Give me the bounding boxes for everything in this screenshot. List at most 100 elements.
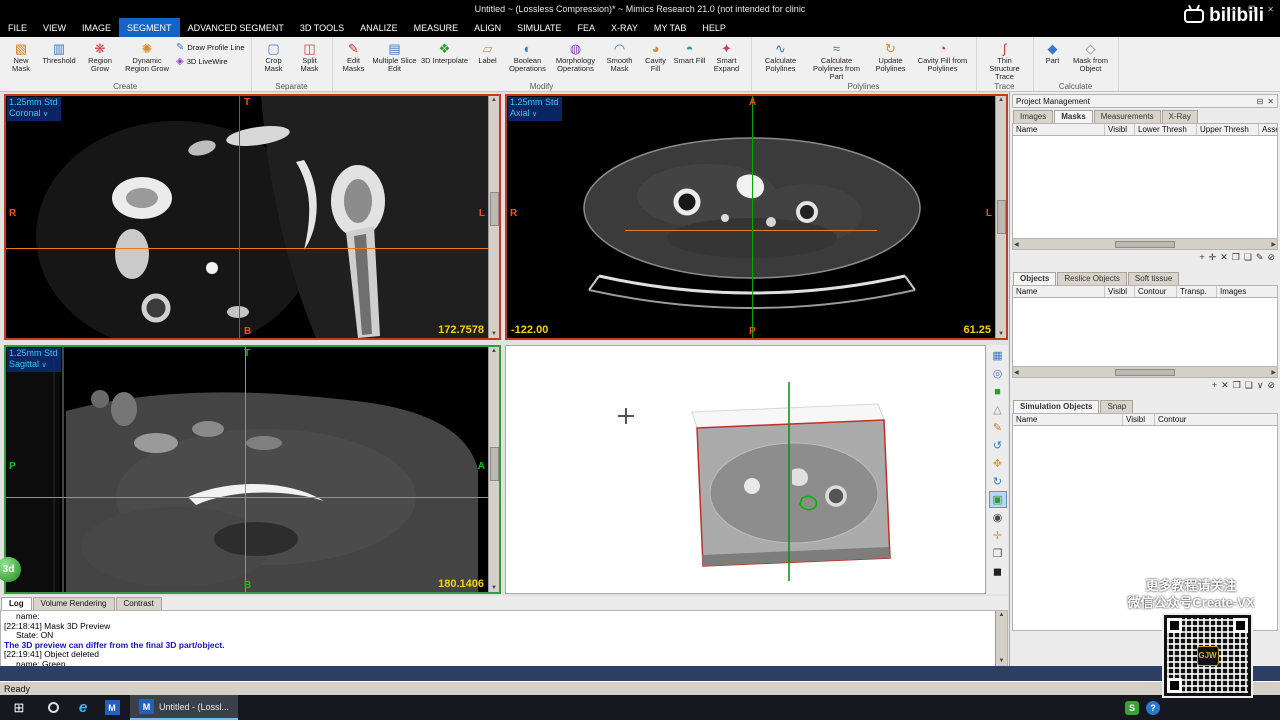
- column-visible[interactable]: Visibl: [1123, 414, 1155, 425]
- column-lower-threshold[interactable]: Lower Thresh: [1135, 124, 1197, 135]
- log-output[interactable]: name: [22:18:41] Mask 3D Preview State: …: [0, 610, 1008, 667]
- column-contour[interactable]: Contour: [1135, 286, 1177, 297]
- boolean-operations-button[interactable]: ◐ Boolean Operations: [505, 39, 551, 74]
- tab-log[interactable]: Log: [1, 597, 32, 610]
- objects-table-hscrollbar[interactable]: ◀ ▶: [1012, 367, 1278, 378]
- panel-float-icon[interactable]: ⊟: [1257, 97, 1264, 106]
- close-button[interactable]: ✕: [1267, 5, 1274, 14]
- mask-from-object-button[interactable]: ◇ Mask from Object: [1068, 39, 1114, 74]
- log-scroll-up-icon[interactable]: ▲: [999, 611, 1005, 621]
- objects-scroll-left-icon[interactable]: ◀: [1014, 369, 1019, 376]
- tab-soft-tissue[interactable]: Soft tissue: [1127, 272, 1180, 285]
- draw-profile-line-button[interactable]: ✎ Draw Profile Line: [176, 42, 245, 53]
- tab-simulation-objects[interactable]: Simulation Objects: [1013, 400, 1100, 413]
- column-assessment[interactable]: Asse: [1259, 124, 1277, 135]
- menu-3d-tools[interactable]: 3D TOOLS: [292, 18, 352, 37]
- smooth-mask-button[interactable]: ◠ Smooth Mask: [601, 39, 639, 74]
- edit-masks-button[interactable]: ✎ Edit Masks: [337, 39, 371, 74]
- masks-scroll-left-icon[interactable]: ◀: [1014, 241, 1019, 248]
- tray-icon-1[interactable]: S: [1125, 700, 1139, 715]
- axial-slice-info[interactable]: 1.25mm Std Axial ∨: [508, 97, 562, 121]
- mask-properties-icon[interactable]: ✎: [1256, 252, 1264, 263]
- mask-delete-icon[interactable]: ✕: [1220, 252, 1228, 263]
- calculate-polylines-from-part-button[interactable]: ≈ Calculate Polylines from Part: [806, 39, 868, 82]
- axial-scroll-down-icon[interactable]: ▼: [998, 331, 1004, 337]
- coronal-scrollbar[interactable]: ▲ ▼: [488, 96, 499, 338]
- panel-close-icon[interactable]: ✕: [1267, 97, 1274, 106]
- object-delete-icon[interactable]: ✕: [1221, 380, 1229, 391]
- axial-scroll-thumb[interactable]: [997, 200, 1006, 234]
- layout-grid-icon[interactable]: ▦: [989, 347, 1007, 364]
- tab-x-ray[interactable]: X-Ray: [1161, 110, 1198, 123]
- column-visible[interactable]: Visibl: [1105, 286, 1135, 297]
- coronal-horizontal-crosshair[interactable]: [6, 248, 488, 249]
- 3d-livewire-button[interactable]: ◈ 3D LiveWire: [176, 56, 245, 67]
- threshold-button[interactable]: ▥ Threshold: [38, 39, 80, 66]
- region-grow-button[interactable]: ❋ Region Grow: [80, 39, 120, 74]
- pan-icon[interactable]: ✥: [989, 455, 1007, 472]
- edge-browser-button[interactable]: e: [68, 695, 98, 720]
- coronal-scroll-thumb[interactable]: [490, 192, 499, 226]
- annotate-icon[interactable]: ✎: [989, 419, 1007, 436]
- menu-x-ray[interactable]: X-RAY: [603, 18, 646, 37]
- sagittal-slice-info[interactable]: 1.25mm Std Sagittal ∨: [7, 348, 61, 372]
- cavity-fill-button[interactable]: ◕ Cavity Fill: [639, 39, 673, 74]
- menu-analize[interactable]: ANALIZE: [352, 18, 406, 37]
- column-visible[interactable]: Visibl: [1105, 124, 1135, 135]
- tab-volume-rendering[interactable]: Volume Rendering: [32, 597, 115, 610]
- menu-align[interactable]: ALIGN: [466, 18, 509, 37]
- mask-add-icon[interactable]: +: [1199, 252, 1204, 263]
- tab-images[interactable]: Images: [1013, 110, 1054, 123]
- sagittal-vertical-crosshair[interactable]: [245, 347, 246, 592]
- tray-icon-2[interactable]: ?: [1146, 700, 1160, 715]
- axial-scroll-up-icon[interactable]: ▲: [998, 97, 1004, 103]
- menu-help[interactable]: HELP: [694, 18, 734, 37]
- column-transparency[interactable]: Transp.: [1177, 286, 1217, 297]
- multiple-slice-edit-button[interactable]: ▤ Multiple Slice Edit: [371, 39, 419, 74]
- mask-copy-icon[interactable]: ❏: [1244, 252, 1252, 263]
- clipping-icon[interactable]: ◼: [989, 563, 1007, 580]
- dynamic-region-grow-button[interactable]: ✺ Dynamic Region Grow: [120, 39, 174, 74]
- smart-expand-button[interactable]: ✦ Smart Expand: [707, 39, 747, 74]
- menu-simulate[interactable]: SIMULATE: [509, 18, 569, 37]
- menu-view[interactable]: VIEW: [35, 18, 74, 37]
- axial-plane-dropdown-icon[interactable]: ∨: [532, 111, 537, 118]
- object-add-icon[interactable]: +: [1212, 380, 1217, 391]
- tab-masks[interactable]: Masks: [1054, 110, 1093, 123]
- undo-view-icon[interactable]: ↺: [989, 437, 1007, 454]
- menu-advanced-segment[interactable]: ADVANCED SEGMENT: [180, 18, 292, 37]
- crop-mask-button[interactable]: ▢ Crop Mask: [256, 39, 292, 74]
- mask-hide-icon[interactable]: ⊘: [1267, 252, 1275, 263]
- menu-segment[interactable]: SEGMENT: [119, 18, 180, 37]
- label-button[interactable]: ▱ Label: [471, 39, 505, 66]
- column-name[interactable]: Name: [1013, 286, 1105, 297]
- menu-my-tab[interactable]: MY TAB: [646, 18, 695, 37]
- tab-measurements[interactable]: Measurements: [1093, 110, 1161, 123]
- scene-3d-icon[interactable]: ▣: [988, 491, 1007, 508]
- masks-scroll-right-icon[interactable]: ▶: [1271, 241, 1276, 248]
- new-mask-button[interactable]: ▧ New Mask: [4, 39, 38, 74]
- axial-vertical-crosshair[interactable]: [752, 96, 753, 338]
- split-mask-button[interactable]: ◫ Split Mask: [292, 39, 328, 74]
- start-button[interactable]: ⊞: [0, 695, 38, 720]
- coronal-scroll-down-icon[interactable]: ▼: [491, 331, 497, 337]
- coronal-vertical-crosshair[interactable]: [239, 96, 240, 338]
- cortana-button[interactable]: [38, 695, 68, 720]
- sagittal-scroll-down-icon[interactable]: ▼: [491, 585, 497, 591]
- coronal-scroll-up-icon[interactable]: ▲: [491, 97, 497, 103]
- masks-table[interactable]: [1012, 135, 1278, 239]
- column-name[interactable]: Name: [1013, 124, 1105, 135]
- tab-contrast[interactable]: Contrast: [115, 597, 162, 610]
- tab-snap[interactable]: Snap: [1100, 400, 1134, 413]
- mask-3d-preview-icon[interactable]: ■: [989, 383, 1007, 400]
- sagittal-scroll-thumb[interactable]: [490, 447, 499, 481]
- zoom-icon[interactable]: ◎: [989, 365, 1007, 382]
- mimics-taskbar-button[interactable]: M: [98, 695, 126, 720]
- objects-scroll-thumb[interactable]: [1115, 368, 1175, 376]
- smart-fill-button[interactable]: ◓ Smart Fill: [673, 39, 707, 66]
- update-polylines-button[interactable]: ↻ Update Polylines: [868, 39, 914, 74]
- viewport-axial[interactable]: 1.25mm Std Axial ∨ A R P L -122.00 61.25…: [505, 94, 1008, 340]
- objects-table[interactable]: [1012, 297, 1278, 367]
- menu-file[interactable]: FILE: [0, 18, 35, 37]
- objects-scroll-right-icon[interactable]: ▶: [1271, 369, 1276, 376]
